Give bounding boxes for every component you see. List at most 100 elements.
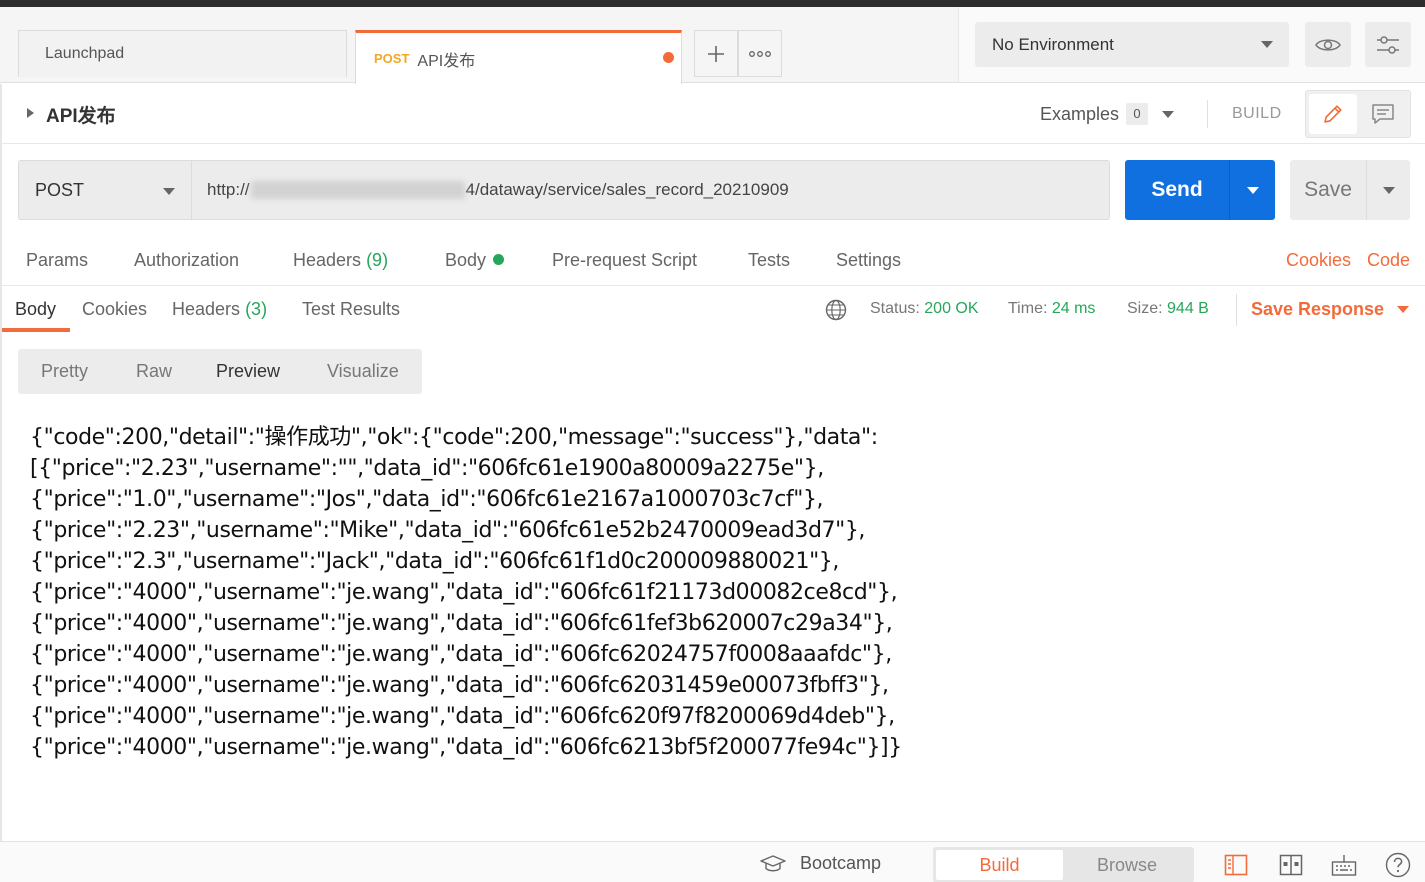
left-border [0, 84, 2, 841]
sliders-icon [1377, 35, 1399, 54]
examples-label: Examples [1040, 103, 1120, 124]
browse-label: Browse [1096, 854, 1158, 875]
cookies-link[interactable]: Cookies [1286, 250, 1351, 271]
size-value: 944 B [1167, 300, 1209, 317]
help-icon [1385, 852, 1411, 878]
view-mode-group: Pretty Raw Preview Visualize [18, 349, 422, 394]
response-tab-body[interactable]: Body [15, 299, 56, 320]
tab-settings-label: Settings [836, 250, 902, 270]
chevron-down-icon [1162, 110, 1175, 118]
time-label: Time: [1008, 300, 1048, 317]
tab-authorization-label: Authorization [134, 250, 240, 270]
bootcamp-button[interactable]: Bootcamp [760, 853, 881, 874]
response-tab-test-results[interactable]: Test Results [302, 299, 400, 320]
response-line: {"price":"4000","username":"je.wang","da… [30, 704, 895, 729]
response-line: {"price":"2.23","username":"Mike","data_… [30, 518, 866, 543]
tab-launchpad[interactable]: Launchpad [18, 30, 347, 77]
tab-pre-request-label: Pre-request Script [552, 250, 698, 270]
tab-body[interactable]: Body [445, 250, 505, 271]
save-button[interactable]: Save [1290, 160, 1366, 220]
status-label: Status: [870, 300, 920, 317]
tab-pre-request-script[interactable]: Pre-request Script [552, 250, 697, 271]
response-headers-count: (3) [245, 299, 268, 319]
browse-button[interactable]: Browse [1063, 850, 1191, 880]
environment-quick-look-button[interactable] [1305, 22, 1351, 67]
two-pane-view-button[interactable] [1276, 850, 1306, 880]
globe-icon[interactable] [825, 299, 847, 326]
request-header [0, 84, 1425, 144]
response-tab-body-label: Body [15, 299, 57, 319]
tab-api-publish[interactable]: POST API发布 [355, 30, 682, 84]
save-label: Save [1304, 178, 1352, 201]
comments-button[interactable] [1359, 94, 1407, 134]
edit-mode-button[interactable] [1309, 94, 1357, 134]
active-tab-underline [2, 328, 70, 332]
tab-tests[interactable]: Tests [748, 250, 790, 271]
size-label: Size: [1127, 300, 1163, 317]
url-input[interactable]: http:// 4/dataway/service/sales_record_2… [191, 160, 1110, 220]
response-tab-cookies[interactable]: Cookies [82, 299, 147, 320]
method-select[interactable]: POST [18, 160, 192, 220]
tab-headers[interactable]: Headers (9) [293, 250, 388, 271]
tab-authorization[interactable]: Authorization [134, 250, 239, 271]
status-value: 200 OK [924, 300, 979, 317]
sidebar-toggle-button[interactable] [1221, 850, 1251, 880]
response-line: {"code":200,"detail":"操作成功","ok":{"code"… [30, 425, 878, 450]
tab-options-button[interactable] [738, 30, 782, 77]
manage-environments-button[interactable] [1365, 22, 1411, 67]
build-button[interactable]: Build [936, 850, 1063, 880]
view-raw[interactable]: Raw [136, 361, 172, 382]
response-line: {"price":"2.3","username":"Jack","data_i… [30, 549, 839, 574]
response-status: Status: 200 OK [870, 300, 979, 318]
response-tab-cookies-label: Cookies [82, 299, 148, 319]
window-top-bar [0, 0, 1425, 7]
tab-params[interactable]: Params [26, 250, 88, 271]
save-options-button[interactable] [1366, 160, 1410, 220]
divider [1207, 100, 1208, 128]
send-button[interactable]: Send [1125, 160, 1229, 220]
tab-body-label: Body [445, 250, 487, 270]
response-line: {"price":"4000","username":"je.wang","da… [30, 580, 898, 605]
keyboard-shortcuts-button[interactable] [1329, 850, 1359, 880]
eye-icon [1315, 38, 1341, 51]
url-redacted-host [250, 181, 465, 199]
mode-toggle [1305, 90, 1411, 138]
unsaved-dot-icon [663, 52, 674, 63]
response-body: {"code":200,"detail":"操作成功","ok":{"code"… [30, 422, 1410, 763]
build-mode-label: BUILD [1232, 105, 1282, 122]
send-options-button[interactable] [1229, 160, 1275, 220]
tab-api-publish-label: API发布 [417, 52, 476, 70]
divider [1236, 294, 1237, 326]
build-label: Build [979, 854, 1020, 875]
tab-headers-label: Headers [293, 250, 362, 270]
bootcamp-label: Bootcamp [800, 853, 882, 873]
response-time: Time: 24 ms [1008, 300, 1095, 318]
tab-launchpad-label: Launchpad [45, 45, 125, 62]
request-title[interactable]: API发布 [46, 101, 116, 128]
headers-count: (9) [366, 250, 389, 270]
graduation-cap-icon [760, 854, 786, 871]
view-pretty[interactable]: Pretty [41, 361, 88, 382]
tab-method-badge: POST [374, 51, 410, 66]
examples-dropdown[interactable]: Examples 0 [1040, 103, 1175, 125]
response-size: Size: 944 B [1127, 300, 1209, 318]
response-tab-headers-label: Headers [172, 299, 241, 319]
help-button[interactable] [1383, 850, 1413, 880]
two-pane-icon [1279, 854, 1303, 876]
new-tab-button[interactable] [694, 30, 738, 77]
tab-settings[interactable]: Settings [836, 250, 901, 271]
chevron-down-icon [1261, 41, 1273, 48]
chevron-down-icon [1246, 186, 1259, 194]
response-line: {"price":"4000","username":"je.wang","da… [30, 611, 893, 636]
response-tab-headers[interactable]: Headers (3) [172, 299, 267, 320]
response-line: {"price":"1.0","username":"Jos","data_id… [30, 487, 824, 512]
body-indicator-dot [493, 254, 505, 265]
view-preview[interactable]: Preview [216, 361, 280, 382]
code-link[interactable]: Code [1367, 250, 1410, 271]
save-response-button[interactable]: Save Response [1251, 299, 1410, 320]
view-visualize[interactable]: Visualize [327, 361, 399, 382]
caret-right-icon[interactable] [27, 108, 34, 118]
environment-select[interactable]: No Environment [975, 22, 1289, 67]
save-response-label: Save Response [1251, 299, 1385, 319]
response-line: [{"price":"2.23","username":"","data_id"… [30, 456, 824, 481]
